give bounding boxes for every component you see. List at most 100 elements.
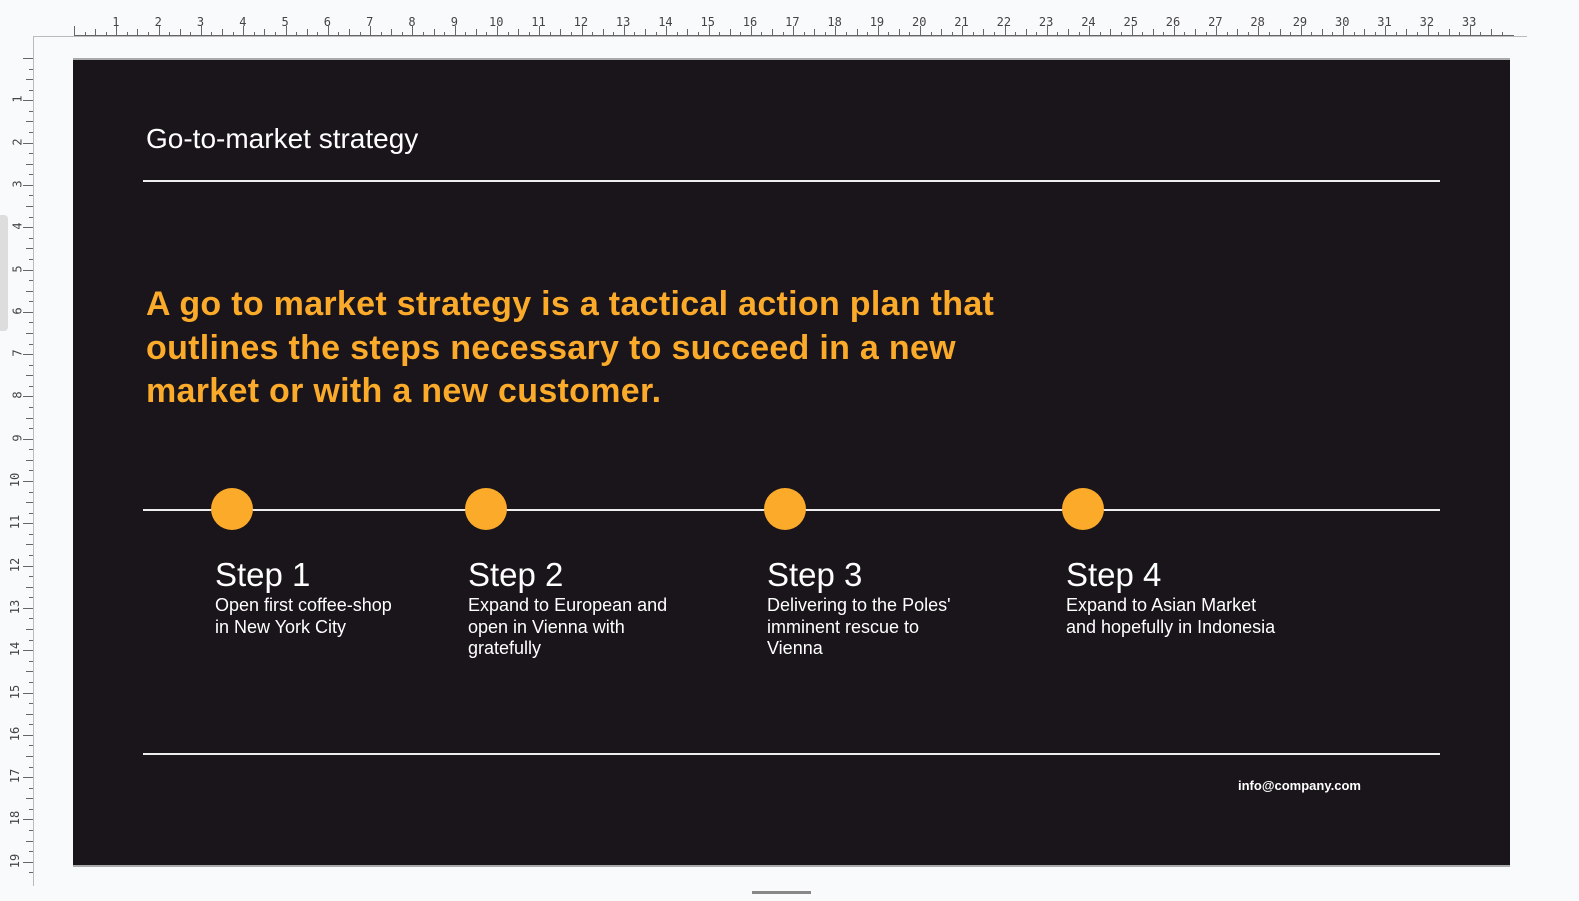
ruler-tick	[26, 713, 33, 715]
ruler-label: 8	[10, 391, 25, 400]
ruler-label: 3	[196, 15, 205, 29]
ruler-tick	[1152, 29, 1154, 36]
ruler-tick	[475, 29, 477, 36]
ruler-tick	[560, 29, 562, 36]
step-text: Expand to European and open in Vienna wi…	[468, 595, 668, 658]
timeline-dot-3	[764, 488, 806, 530]
timeline-dot-2	[465, 488, 507, 530]
ruler-label: 31	[1377, 15, 1392, 29]
ruler-label: 23	[1038, 15, 1054, 29]
step-text: Delivering to the Poles' imminent rescue…	[767, 595, 951, 658]
ruler-tick	[26, 290, 33, 292]
canvas-border	[33, 36, 34, 886]
ruler-tick	[1279, 29, 1281, 36]
ruler-label: 2	[10, 137, 25, 146]
ruler-label: 10	[8, 472, 23, 488]
ruler-tick	[26, 206, 33, 208]
ruler-tick	[26, 417, 33, 419]
ruler-tick	[941, 29, 943, 36]
ruler-label: 19	[869, 15, 885, 29]
ruler-tick	[26, 502, 33, 504]
slide[interactable]: Go-to-market strategy A go to market str…	[73, 58, 1510, 867]
contact-email[interactable]: info@company.com	[1238, 778, 1361, 793]
ruler-tick	[74, 26, 75, 36]
ruler-label: 29	[1292, 15, 1308, 29]
ruler-label: 3	[10, 180, 25, 188]
ruler-label: 11	[531, 15, 546, 29]
ruler-label: 1	[112, 15, 120, 29]
ruler-tick	[898, 29, 900, 36]
ruler-tick	[26, 163, 33, 165]
ruler-tick	[687, 29, 689, 36]
ruler-tick	[602, 29, 604, 36]
ruler-label: 5	[281, 15, 289, 29]
ruler-label: 13	[8, 599, 23, 615]
ruler-label: 26	[1165, 15, 1181, 29]
ruler-label: 4	[239, 15, 247, 29]
ruler-label: 33	[1461, 15, 1477, 29]
ruler-label: 17	[8, 768, 23, 784]
step-1[interactable]: Step 1 Open first coffee-shop in New Yor…	[215, 555, 455, 638]
step-text: Expand to Asian Market and hopefully in …	[1066, 595, 1276, 637]
step-label: Step 2	[468, 556, 564, 593]
ruler-tick	[23, 861, 33, 863]
slide-title[interactable]: Go-to-market strategy	[146, 123, 418, 155]
ruler-label: 24	[1081, 15, 1096, 29]
step-label: Step 3	[767, 556, 863, 593]
ruler-label: 6	[10, 307, 25, 315]
ruler-label: 32	[1419, 15, 1435, 29]
ruler-tick	[26, 79, 33, 81]
ruler-label: 4	[10, 222, 25, 230]
ruler-tick	[23, 734, 33, 736]
ruler-tick	[1448, 29, 1450, 36]
ruler-label: 2	[154, 15, 162, 29]
ruler-label: 30	[1335, 15, 1350, 29]
timeline-dot-1	[211, 488, 253, 530]
ruler-tick	[26, 755, 33, 757]
step-4[interactable]: Step 4 Expand to Asian Market and hopefu…	[1066, 555, 1306, 638]
ruler-tick	[1321, 29, 1323, 36]
ruler-tick	[1068, 29, 1070, 36]
ruler-label: 9	[10, 434, 25, 442]
ruler-label: 28	[1250, 15, 1265, 29]
ruler-tick	[1025, 29, 1027, 36]
ruler-label: 13	[615, 15, 631, 29]
ruler-label: 12	[573, 15, 589, 29]
ruler-label: 5	[10, 264, 25, 273]
headline[interactable]: A go to market strategy is a tactical ac…	[146, 283, 1026, 414]
vertical-ruler[interactable]: 1 2 3 4 5 6 7 8 9 10 11 12 13 14 15 16 17 18 19	[0, 58, 34, 878]
ruler-tick	[26, 798, 33, 800]
ruler-label: 27	[1208, 15, 1223, 29]
ruler-label: 9	[450, 15, 458, 29]
horizontal-scrollbar[interactable]	[752, 891, 811, 894]
ruler-label: 7	[10, 349, 25, 357]
step-text: Open first coffee-shop in New York City	[215, 595, 392, 637]
ruler-tick	[222, 29, 224, 36]
step-2[interactable]: Step 2 Expand to European and open in Vi…	[468, 555, 708, 660]
ruler-label: 15	[700, 15, 715, 29]
ruler-tick	[26, 840, 33, 842]
ruler-tick	[95, 29, 97, 36]
step-3[interactable]: Step 3 Delivering to the Poles' imminent…	[767, 555, 1007, 660]
ruler-tick	[433, 29, 435, 36]
vertical-scrollbar[interactable]	[0, 215, 8, 331]
ruler-tick	[348, 29, 350, 36]
timeline-dot-4	[1062, 488, 1104, 530]
ruler-tick	[306, 29, 308, 36]
step-label: Step 4	[1066, 556, 1162, 593]
ruler-tick	[1491, 29, 1493, 36]
ruler-tick	[814, 29, 816, 36]
ruler-label: 16	[8, 726, 23, 742]
ruler-tick	[1406, 29, 1408, 36]
top-divider	[143, 180, 1440, 182]
ruler-tick	[23, 819, 33, 821]
ruler-tick	[23, 481, 33, 482]
ruler-tick	[26, 121, 33, 123]
ruler-tick	[23, 692, 33, 694]
ruler-tick	[26, 629, 33, 631]
ruler-tick	[26, 459, 33, 461]
ruler-tick	[983, 29, 985, 36]
ruler-tick	[1237, 29, 1239, 36]
ruler-label: 7	[366, 15, 374, 29]
horizontal-ruler[interactable]: 1 2 3 4 5 6 7 8 9 10 11 12 13 14 15 16 17 18 19 20 21 22 23 24 2…	[74, 0, 1514, 37]
